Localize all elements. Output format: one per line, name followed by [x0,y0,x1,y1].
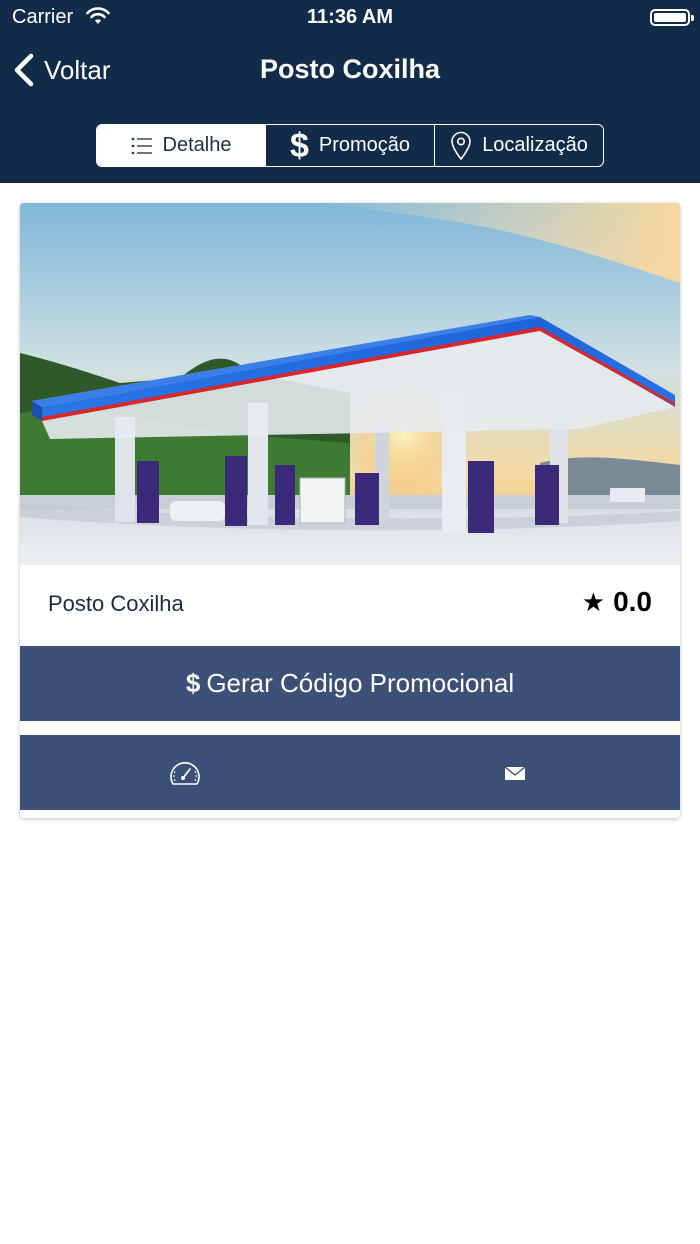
location-pin-icon [450,131,472,161]
header: Carrier 11:36 AM Voltar Posto Coxilha De… [0,0,700,183]
mail-icon [504,765,526,780]
rating-value: 0.0 [613,586,652,617]
station-rating: ★ 0.0 [582,586,652,618]
action-bar [20,735,680,810]
gas-station-photo [20,203,680,565]
station-card: Posto Coxilha ★ 0.0 $ Gerar Código Promo… [20,203,680,818]
tab-promocao-label: Promoção [318,134,411,156]
station-info-row: Posto Coxilha ★ 0.0 [20,565,680,645]
generate-promo-code-label: Gerar Código Promocional [206,668,515,698]
battery-icon [650,9,694,26]
segmented-control: Detalhe $ Promoção Localização [96,124,604,167]
tab-detalhe[interactable]: Detalhe [97,125,266,166]
speedometer-button[interactable] [20,735,350,810]
clock: 11:36 AM [307,6,393,28]
list-icon [131,137,153,155]
dollar-icon: $ [185,668,201,698]
tab-localizacao-label: Localização [482,134,588,156]
status-bar: Carrier 11:36 AM [0,0,700,36]
page-title: Posto Coxilha [259,54,441,84]
tab-detalhe-label: Detalhe [162,134,232,156]
speedometer-icon [170,761,200,785]
star-icon: ★ [581,586,606,617]
generate-promo-code-button[interactable]: $ Gerar Código Promocional [20,646,680,721]
station-name: Posto Coxilha [48,591,184,616]
tab-promocao[interactable]: $ Promoção [266,125,435,166]
dollar-icon: $ [289,126,309,165]
email-button[interactable] [350,735,680,810]
tab-localizacao[interactable]: Localização [435,125,603,166]
